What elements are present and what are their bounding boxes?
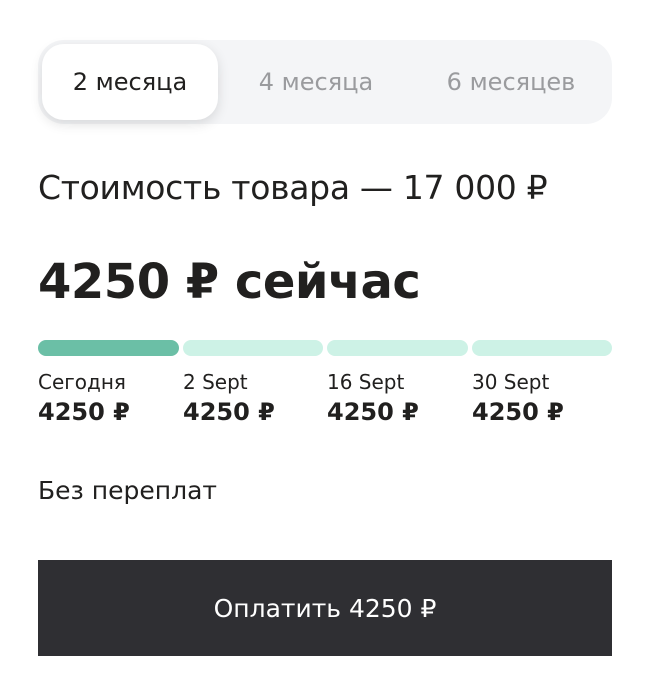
schedule-date: 16 Sept	[327, 370, 405, 394]
product-cost: Стоимость товара — 17 000 ₽	[38, 168, 548, 207]
schedule-item: 16 Sept 4250 ₽	[327, 370, 467, 426]
progress-segment-1	[38, 340, 179, 356]
schedule-item: Сегодня 4250 ₽	[38, 370, 178, 426]
schedule-item: 2 Sept 4250 ₽	[183, 370, 323, 426]
schedule-date: 2 Sept	[183, 370, 248, 394]
pay-button[interactable]: Оплатить 4250 ₽	[38, 560, 612, 656]
progress-segment-3	[327, 340, 468, 356]
schedule-item: 30 Sept 4250 ₽	[472, 370, 612, 426]
progress-segment-2	[183, 340, 323, 356]
pay-now-amount: 4250 ₽ сейчас	[38, 254, 421, 310]
schedule-date: Сегодня	[38, 370, 126, 394]
schedule-amount: 4250 ₽	[472, 398, 564, 426]
tab-6-months[interactable]: 6 месяцев	[414, 44, 608, 120]
schedule-amount: 4250 ₽	[38, 398, 130, 426]
schedule-date: 30 Sept	[472, 370, 550, 394]
progress-segment-4	[472, 340, 612, 356]
period-tabs: 2 месяца 4 месяца 6 месяцев	[38, 40, 612, 124]
tab-4-months[interactable]: 4 месяца	[228, 44, 404, 120]
payment-progress-bar	[38, 340, 612, 356]
schedule-amount: 4250 ₽	[327, 398, 419, 426]
schedule-amount: 4250 ₽	[183, 398, 275, 426]
no-overpayment-note: Без переплат	[38, 476, 217, 505]
tab-2-months[interactable]: 2 месяца	[42, 44, 218, 120]
